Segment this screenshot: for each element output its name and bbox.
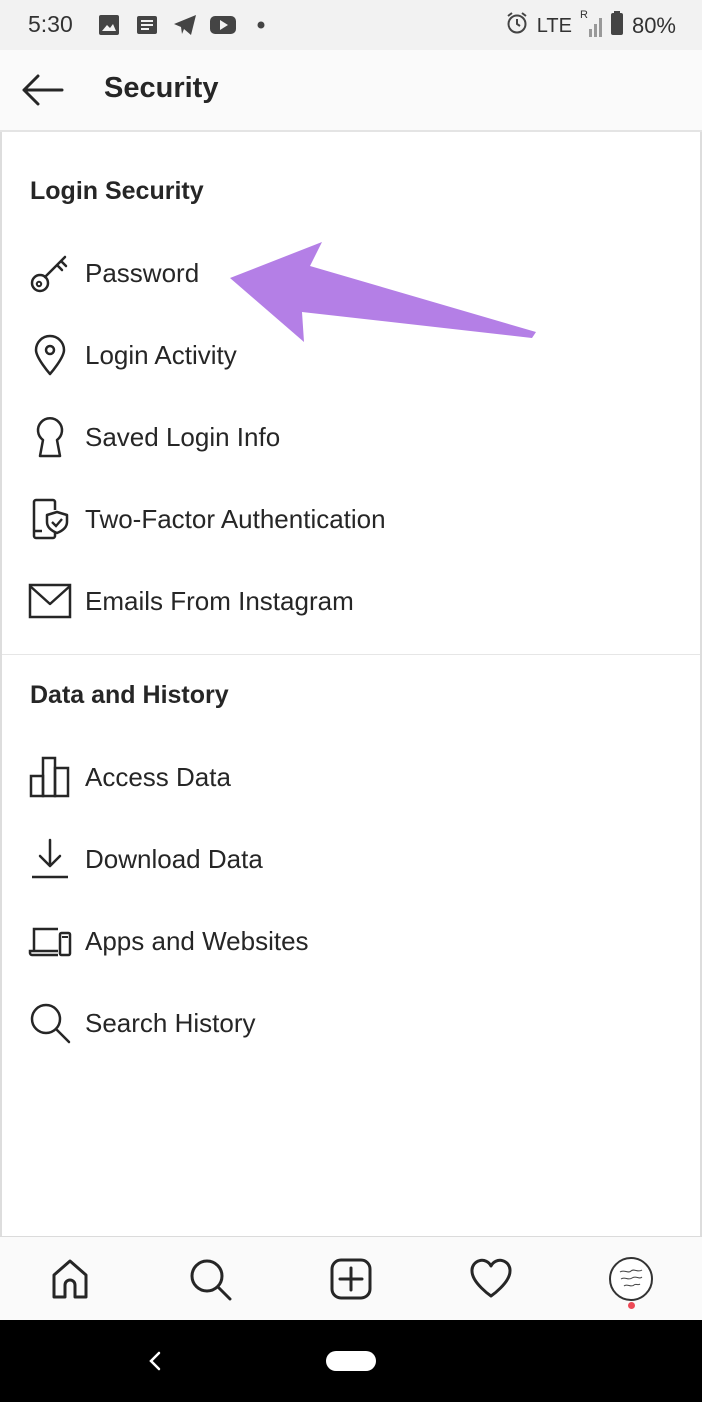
annotation-arrow [230, 242, 536, 342]
page-title: Security [104, 72, 219, 104]
system-back-button[interactable] [140, 1344, 170, 1378]
section-divider [2, 654, 700, 655]
status-right: LTE R 80% [505, 9, 676, 41]
profile-avatar [609, 1257, 653, 1301]
battery-icon [610, 11, 624, 41]
bottom-nav [0, 1236, 702, 1320]
notification-icons [96, 12, 274, 38]
heart-icon [470, 1258, 512, 1298]
new-post-icon [330, 1258, 372, 1300]
menu-item-saved-login-info[interactable]: Saved Login Info [2, 397, 700, 477]
key-icon [28, 251, 72, 295]
image-icon [96, 12, 122, 38]
alarm-icon [505, 11, 529, 41]
system-nav-bar [0, 1320, 702, 1402]
chevron-left-icon [149, 1351, 161, 1371]
message-icon [134, 12, 160, 38]
system-home-button[interactable] [326, 1351, 376, 1371]
app-header: Security [0, 50, 702, 132]
menu-item-label: Download Data [85, 843, 263, 874]
search-icon [190, 1259, 232, 1301]
back-arrow-icon [22, 74, 64, 106]
battery-level: 80% [631, 13, 676, 38]
menu-item-label: Password [85, 257, 200, 288]
nav-activity-button[interactable] [467, 1255, 515, 1303]
telegram-icon [172, 12, 198, 38]
bar-chart-icon [28, 755, 72, 799]
download-icon [28, 837, 72, 881]
signal-icon: R [580, 9, 602, 39]
menu-item-label: Saved Login Info [85, 421, 281, 452]
dot-icon [248, 12, 274, 38]
section-title-data-and-history: Data and History [30, 681, 229, 709]
keyhole-icon [28, 415, 72, 459]
home-icon [52, 1259, 88, 1299]
menu-item-two-factor-authentication[interactable]: Two-Factor Authentication [2, 479, 700, 559]
search-icon [28, 1001, 72, 1045]
nav-profile-button[interactable] [607, 1255, 655, 1303]
laptop-phone-icon [28, 919, 72, 963]
menu-item-label: Two-Factor Authentication [85, 503, 386, 534]
menu-item-label: Emails From Instagram [85, 585, 354, 616]
menu-item-emails-from-instagram[interactable]: Emails From Instagram [2, 561, 700, 641]
menu-item-label: Search History [85, 1007, 256, 1038]
nav-search-button[interactable] [186, 1255, 234, 1303]
network-label: LTE [536, 14, 572, 37]
menu-item-access-data[interactable]: Access Data [2, 737, 700, 817]
menu-item-label: Access Data [85, 761, 231, 792]
nav-home-button[interactable] [46, 1255, 94, 1303]
youtube-icon [210, 12, 236, 38]
status-bar: 5:30 LTE R 80% [0, 0, 702, 50]
menu-item-label: Apps and Websites [85, 925, 309, 956]
nav-new-post-button[interactable] [327, 1255, 375, 1303]
envelope-icon [28, 579, 72, 623]
menu-item-download-data[interactable]: Download Data [2, 819, 700, 899]
menu-item-search-history[interactable]: Search History [2, 983, 700, 1063]
profile-notification-dot [628, 1302, 635, 1309]
back-button[interactable] [18, 68, 66, 112]
phone-shield-icon [28, 497, 72, 541]
status-time: 5:30 [28, 11, 73, 37]
menu-item-label: Login Activity [85, 339, 237, 370]
location-pin-icon [28, 333, 72, 377]
section-title-login-security: Login Security [30, 177, 204, 205]
menu-item-apps-and-websites[interactable]: Apps and Websites [2, 901, 700, 981]
